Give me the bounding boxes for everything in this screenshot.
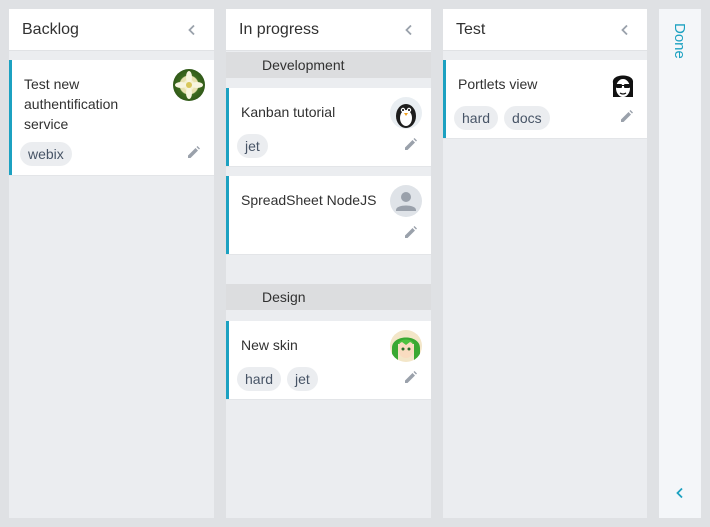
default-user-avatar-icon — [390, 185, 422, 217]
group-header-design[interactable]: Design — [226, 284, 431, 310]
collapse-chevron-left-icon[interactable] — [615, 20, 635, 40]
column-done-collapsed[interactable]: Done — [659, 9, 701, 518]
card-title: SpreadSheet NodeJS — [241, 192, 377, 208]
edit-pencil-icon[interactable] — [619, 108, 635, 124]
edit-pencil-icon[interactable] — [403, 224, 419, 240]
flower-avatar-icon — [173, 69, 205, 101]
card-title: New skin — [241, 337, 298, 353]
card-kanban-tutorial[interactable]: Kanban tutorial jet — [226, 88, 431, 166]
card-tags: hard docs — [454, 106, 550, 130]
edit-pencil-icon[interactable] — [186, 144, 202, 160]
penguin-avatar-icon — [390, 97, 422, 129]
tag-hard[interactable]: hard — [237, 367, 282, 391]
column-in-progress: In progress Development Kanban tutorial … — [226, 9, 431, 518]
column-title-backlog: Backlog — [22, 20, 79, 38]
group-title: Development — [262, 57, 345, 73]
edit-pencil-icon[interactable] — [403, 136, 419, 152]
column-title-test: Test — [456, 20, 486, 38]
card-new-skin[interactable]: New skin hard jet — [226, 321, 431, 399]
card-spreadsheet-nodejs[interactable]: SpreadSheet NodeJS — [226, 176, 431, 254]
tag-hard[interactable]: hard — [454, 106, 499, 130]
expand-chevron-left-icon[interactable] — [672, 485, 688, 501]
card-tags: webix — [20, 142, 72, 166]
column-title-done[interactable]: Done — [671, 23, 688, 59]
tag-jet[interactable]: jet — [237, 134, 268, 158]
column-title-in-progress: In progress — [239, 20, 320, 38]
card-title: Kanban tutorial — [241, 104, 336, 120]
edit-pencil-icon[interactable] — [403, 369, 419, 385]
column-header-backlog: Backlog — [9, 9, 214, 51]
card-test-new-authentification[interactable]: Test new authentification service webix — [9, 60, 214, 175]
collapse-chevron-left-icon[interactable] — [399, 20, 419, 40]
card-tags: jet — [237, 134, 268, 158]
card-portlets-view[interactable]: Portlets view hard docs — [443, 60, 647, 138]
group-title: Design — [262, 289, 306, 305]
column-backlog: Backlog Test new authentification servic… — [9, 9, 214, 518]
group-header-development[interactable]: Development — [226, 52, 431, 78]
tag-docs[interactable]: docs — [504, 106, 550, 130]
column-header-in-progress: In progress — [226, 9, 431, 51]
column-header-test: Test — [443, 9, 647, 51]
tag-jet[interactable]: jet — [287, 367, 318, 391]
collapse-chevron-left-icon[interactable] — [182, 20, 202, 40]
column-test: Test Portlets view hard docs — [443, 9, 647, 518]
card-title: Portlets view — [458, 76, 538, 92]
tag-webix[interactable]: webix — [20, 142, 72, 166]
card-tags: hard jet — [237, 367, 318, 391]
card-title: Test new authentification service — [24, 76, 119, 132]
sunglasses-avatar-icon — [607, 69, 639, 101]
anime-avatar-icon — [390, 330, 422, 362]
